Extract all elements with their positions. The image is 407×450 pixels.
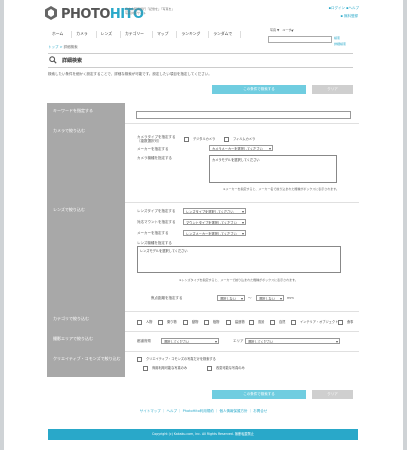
- category-opt-interior[interactable]: インテリア・オブジェクト: [291, 319, 338, 325]
- intro-text: 検索したい条件を細かく設定することで、詳細な検索が可能です。設定したい項目を指定…: [48, 72, 212, 76]
- lens-label: レンズで絞り込む: [47, 202, 125, 311]
- clear-button-top[interactable]: クリア: [312, 85, 353, 94]
- area-area-select[interactable]: 選択してください: [245, 338, 340, 344]
- area-row: 撮影エリアで絞り込む 都道府県 選択してください エリア 選択してください: [47, 331, 359, 352]
- header-search: 写真 ▼ ユーザー 検索 詳細検索: [268, 28, 348, 46]
- lens-type-label: レンズタイプを指定する: [137, 209, 176, 213]
- keyword-row: キーワードを指定する: [47, 103, 359, 124]
- lens-focal-from[interactable]: 選択しない: [217, 295, 245, 301]
- lens-focal-sep: 〜: [248, 296, 252, 300]
- nav-item-category[interactable]: カテゴリー: [121, 31, 153, 38]
- nav-item-ranking[interactable]: ランキング: [177, 31, 210, 38]
- search-button[interactable]: 検索: [334, 36, 340, 40]
- lens-focal-unit: mm: [287, 296, 294, 300]
- category-opt-vehicle[interactable]: 乗り物: [158, 319, 177, 325]
- lens-maker-label: メーカーを指定する: [137, 231, 169, 235]
- cc-opt-modify[interactable]: 改変可能な写真のみ: [207, 365, 245, 371]
- search-input[interactable]: [268, 36, 332, 43]
- area-label: 撮影エリアで絞り込む: [47, 331, 125, 351]
- page-title-bar: 詳細検索: [48, 53, 353, 68]
- global-nav: ホーム カメラ レンズ カテゴリー マップ ランキング ランダムで: [48, 31, 268, 38]
- category-opt-animal[interactable]: 動物: [183, 319, 198, 325]
- search-icon: [49, 56, 57, 66]
- lens-mount-select[interactable]: マウントタイプを選択してください: [183, 219, 246, 225]
- logo-mark-icon: [45, 6, 57, 20]
- register-link[interactable]: ▪ 無料登録: [341, 14, 359, 19]
- page-title: 詳細検索: [62, 58, 83, 64]
- lens-row: レンズで絞り込む レンズタイプを指定する レンズタイプを選択してください 対応マ…: [47, 202, 359, 312]
- camera-model-list[interactable]: カメラモデルを選択してください: [209, 155, 337, 183]
- footer-links[interactable]: サイトマップ ｜ ヘルプ ｜ PhotoHito利用規約 ｜ 個人情報保護方針 …: [4, 409, 403, 414]
- cc-opt-only[interactable]: クリエイティブ・コモンズの写真だけを検索する: [137, 356, 216, 362]
- category-opt-building[interactable]: 建造物: [226, 319, 245, 325]
- category-opt-nature[interactable]: 自然: [270, 319, 285, 325]
- cc-opt-commercial[interactable]: 商用利用可能な写真のみ: [143, 365, 187, 371]
- breadcrumb-current: 詳細検索: [63, 45, 78, 49]
- copyright-bar: Copyright (c) Kakaku.com, Inc. All Right…: [48, 429, 358, 440]
- category-opt-landscape[interactable]: 風景: [249, 319, 264, 325]
- area-pref-select[interactable]: 選択してください: [161, 338, 219, 344]
- camera-label: カメラで絞り込む: [47, 123, 125, 202]
- category-opt-person[interactable]: 人物: [137, 319, 152, 325]
- page: PHOTOHITO 日本の時間旅行「記憶を」「写真を」 写真共有サイト ▪ログイ…: [4, 0, 403, 450]
- camera-maker-select[interactable]: カメラメーカーを選択してください: [209, 145, 273, 151]
- tagline: 日本の時間旅行「記憶を」「写真を」 写真共有サイト: [125, 7, 175, 15]
- camera-maker-label: メーカーを指定する: [137, 147, 169, 151]
- search-submit-button-bottom[interactable]: この条件で検索する: [212, 390, 306, 399]
- advanced-search-link[interactable]: 詳細検索: [334, 42, 346, 46]
- lens-type-select[interactable]: レンズタイプを選択してください: [183, 208, 246, 214]
- category-row: カテゴリで絞り込む 人物 乗り物 動物 植物 建造物 風景 自然 インテリア・オ…: [47, 311, 359, 332]
- lens-maker-select[interactable]: レンズメーカーを選択してください: [183, 230, 246, 236]
- nav-item-map[interactable]: マップ: [153, 31, 178, 38]
- category-label: カテゴリで絞り込む: [47, 311, 125, 331]
- breadcrumb: トップ > 詳細検索: [48, 45, 78, 49]
- lens-focal-label: 焦点距離を指定する: [151, 296, 183, 300]
- search-submit-button-top[interactable]: この条件で検索する: [212, 85, 306, 94]
- nav-item-home[interactable]: ホーム: [48, 31, 73, 38]
- category-opt-plant[interactable]: 植物: [204, 319, 219, 325]
- clear-button-bottom[interactable]: クリア: [312, 390, 353, 399]
- area-pref-label: 都道府県: [137, 339, 151, 343]
- camera-note: ※メーカーを指定すると、メーカー名で絞り込まれた機種がボックスに表示されます。: [223, 187, 340, 191]
- camera-row: カメラで絞り込む カメラタイプを指定する（複数選択可） デジタルカメラ フィルム…: [47, 123, 359, 203]
- lens-model-list[interactable]: レンズモデルを選択してください: [137, 246, 341, 273]
- camera-type-film[interactable]: フィルムカメラ: [224, 136, 255, 142]
- cc-row: クリエイティブ・コモンズで絞り込む クリエイティブ・コモンズの写真だけを検索する…: [47, 351, 359, 377]
- lens-mount-label: 対応マウントを指定する: [137, 220, 176, 224]
- keyword-input[interactable]: [136, 111, 351, 119]
- top-links[interactable]: ▪ログイン ▪ヘルプ: [329, 6, 359, 11]
- camera-type-digital[interactable]: デジタルカメラ: [184, 136, 215, 142]
- category-opt-food[interactable]: 食事: [338, 319, 353, 325]
- cc-label: クリエイティブ・コモンズで絞り込む: [47, 351, 125, 377]
- nav-item-random[interactable]: ランダムで: [209, 31, 242, 38]
- camera-type-label: カメラタイプを指定する（複数選択可）: [137, 135, 176, 143]
- area-area-label: エリア: [233, 339, 244, 343]
- lens-focal-to[interactable]: 選択しない: [256, 295, 284, 301]
- nav-item-camera[interactable]: カメラ: [72, 31, 97, 38]
- keyword-label: キーワードを指定する: [47, 103, 125, 123]
- camera-model-label: カメラ機種を指定する: [137, 156, 172, 160]
- search-scope[interactable]: 写真 ▼ ユーザー: [268, 28, 295, 32]
- breadcrumb-home[interactable]: トップ: [48, 45, 59, 49]
- lens-note: ※レンズタイプを指定すると、メーカーで絞り込まれた機種がボックスに表示されます。: [179, 278, 298, 282]
- nav-item-lens[interactable]: レンズ: [97, 31, 121, 38]
